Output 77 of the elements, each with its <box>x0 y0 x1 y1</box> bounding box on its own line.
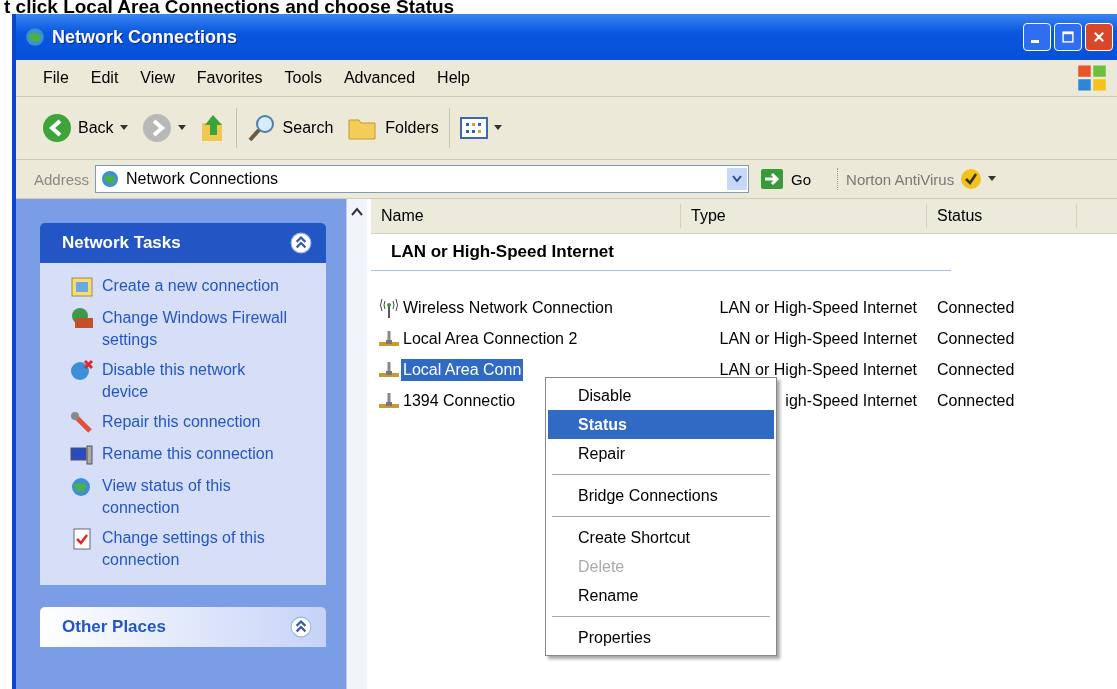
firewall-icon <box>70 307 94 331</box>
task-link[interactable]: Rename this connection <box>102 443 292 465</box>
task-panel-header[interactable]: Other Places <box>40 607 326 647</box>
address-field[interactable]: Network Connections <box>95 165 750 193</box>
menu-item[interactable]: Advanced <box>332 69 427 87</box>
antivirus-icon <box>960 168 983 190</box>
checked-document-icon <box>70 527 94 551</box>
column-header[interactable]: Name <box>371 204 681 228</box>
search-button[interactable]: Search <box>242 111 338 145</box>
caret-icon <box>988 176 997 182</box>
caret-icon <box>493 125 502 131</box>
wireless-antenna-icon <box>377 298 401 318</box>
connection-name[interactable]: Local Area Conn <box>401 359 524 381</box>
context-menu-item[interactable]: Create Shortcut <box>548 523 774 552</box>
connection-wizard-icon <box>70 275 94 299</box>
task-link[interactable]: Change Windows Firewall settings <box>102 307 292 351</box>
maximize-icon <box>1061 30 1075 44</box>
menu-item[interactable]: Favorites <box>185 69 274 87</box>
menu-item[interactable]: View <box>129 69 186 87</box>
minimize-button[interactable] <box>1023 23 1051 51</box>
type-cell-text: LAN or High-Speed Internet <box>718 299 918 317</box>
caret-icon <box>177 125 186 131</box>
folders-button[interactable]: Folders <box>343 112 443 144</box>
connection-name[interactable]: 1394 Connectio <box>401 390 518 412</box>
views-icon <box>459 117 488 139</box>
task-link[interactable]: View status of this connection <box>102 475 292 519</box>
scroll-up-icon <box>351 207 363 217</box>
context-menu-item[interactable]: Rename <box>548 581 774 610</box>
task-link[interactable]: Create a new connection <box>102 275 292 297</box>
task-link[interactable]: Disable this network device <box>102 359 292 403</box>
menu-item[interactable]: Help <box>426 69 481 87</box>
instruction-heading: t click Local Area Connections and choose Status <box>3 0 456 14</box>
network-cable-icon <box>377 391 401 411</box>
menu-item[interactable]: Edit <box>79 69 130 87</box>
menu-item[interactable]: File <box>32 69 80 87</box>
windows-logo-icon <box>1077 63 1107 93</box>
group-header: LAN or High-Speed Internet <box>371 234 951 271</box>
status-cell-text: Connected <box>936 361 1016 379</box>
minimize-icon <box>1031 39 1039 43</box>
search-icon <box>246 113 277 143</box>
status-cell-text: Connected <box>936 299 1016 317</box>
menu-item[interactable]: Tools <box>273 69 333 87</box>
go-button[interactable]: Go <box>755 169 818 189</box>
task-panel-header[interactable]: Network Tasks <box>40 223 326 263</box>
wrench-icon <box>70 411 94 435</box>
address-label: Address <box>34 170 90 188</box>
status-cell-text: Connected <box>936 392 1016 410</box>
context-menu-item[interactable]: Disable <box>548 381 774 410</box>
network-globe-icon <box>100 169 121 189</box>
computer-icon <box>70 443 94 467</box>
type-cell-text: LAN or High-Speed Internet <box>718 330 918 348</box>
status-cell-text: Connected <box>936 330 1016 348</box>
network-cable-icon <box>377 329 401 349</box>
maximize-button[interactable] <box>1054 23 1082 51</box>
context-menu-item[interactable]: Bridge Connections <box>548 481 774 510</box>
task-link[interactable]: Repair this connection <box>102 411 292 433</box>
context-menu-item[interactable]: Properties <box>548 623 774 652</box>
globe-cross-icon <box>70 359 94 383</box>
column-header[interactable]: Type <box>681 204 927 228</box>
connection-name[interactable]: Local Area Connection 2 <box>401 328 580 350</box>
type-cell-text: LAN or High-Speed Internet <box>718 361 918 379</box>
network-cable-icon <box>377 360 401 380</box>
scrollbar[interactable] <box>346 199 367 689</box>
context-menu-item[interactable]: Status <box>548 410 774 439</box>
dropdown-icon <box>732 175 743 183</box>
type-cell-text: igh-Speed Internet <box>784 392 918 410</box>
network-globe-icon <box>24 26 46 48</box>
caret-icon <box>119 125 128 131</box>
connection-name[interactable]: Wireless Network Connection <box>401 297 615 319</box>
column-header[interactable]: Status <box>927 204 1077 228</box>
close-button[interactable] <box>1085 23 1113 51</box>
close-icon <box>1092 30 1106 44</box>
window-title: Network Connections <box>52 26 238 48</box>
back-button[interactable]: Back <box>38 111 132 145</box>
task-link[interactable]: Change settings of this connection <box>102 527 292 571</box>
norton-antivirus-button[interactable]: Norton AntiVirus <box>837 168 1005 190</box>
context-menu-item[interactable]: Repair <box>548 439 774 468</box>
